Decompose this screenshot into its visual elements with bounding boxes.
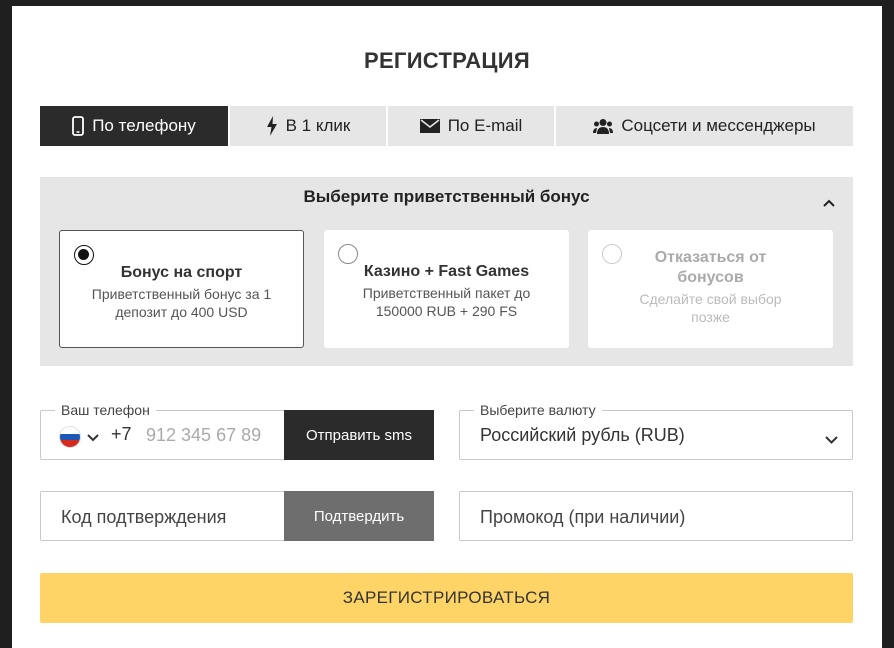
tab-phone[interactable]: По телефону xyxy=(40,106,230,146)
bonus-option-decline[interactable]: Отказаться от бонусов Сделайте свой выбо… xyxy=(588,230,833,348)
promo-code-field xyxy=(459,491,853,541)
page-title: РЕГИСТРАЦИЯ xyxy=(363,48,531,73)
bonus-heading: Выберите приветственный бонус xyxy=(303,187,590,206)
tab-one-click[interactable]: В 1 клик xyxy=(230,106,388,146)
chevron-down-icon[interactable] xyxy=(87,429,99,447)
lightning-icon xyxy=(266,116,278,136)
bonus-panel: Выберите приветственный бонус Бонус на с… xyxy=(40,177,853,366)
send-sms-button[interactable]: Отправить sms xyxy=(284,410,434,460)
chevron-down-icon[interactable] xyxy=(825,431,838,449)
tab-label: Соцсети и мессенджеры xyxy=(621,116,816,135)
bonus-option-title: Казино + Fast Games xyxy=(363,263,530,280)
currency-label: Выберите валюту xyxy=(474,402,602,418)
confirmation-code-field: Подтвердить xyxy=(40,491,434,541)
bonus-option-casino[interactable]: Казино + Fast Games Приветственный пакет… xyxy=(324,230,569,348)
confirm-button[interactable]: Подтвердить xyxy=(284,491,434,541)
radio-button[interactable] xyxy=(338,244,358,264)
currency-select[interactable]: Выберите валюту Российский рубль (RUB) xyxy=(459,402,853,460)
users-icon xyxy=(593,118,614,134)
envelope-icon xyxy=(419,119,440,133)
phone-field: Ваш телефон +7 Отправить sms xyxy=(40,402,434,460)
currency-value: Российский рубль (RUB) xyxy=(480,425,685,445)
confirmation-code-input[interactable] xyxy=(61,504,281,530)
flag-russia-icon[interactable] xyxy=(59,426,81,448)
tab-social[interactable]: Соцсети и мессенджеры xyxy=(556,106,853,146)
register-button[interactable]: ЗАРЕГИСТРИРОВАТЬСЯ xyxy=(40,573,853,623)
tab-label: По телефону xyxy=(92,116,196,135)
phone-input[interactable] xyxy=(146,422,276,448)
phone-prefix: +7 xyxy=(111,424,132,444)
tab-label: В 1 клик xyxy=(285,116,351,135)
phone-label: Ваш телефон xyxy=(55,402,156,418)
radio-button[interactable] xyxy=(602,244,622,264)
registration-modal: РЕГИСТРАЦИЯ По телефону В 1 клик По E-ma… xyxy=(12,6,882,648)
tab-label: По E-mail xyxy=(447,116,523,135)
chevron-up-icon[interactable] xyxy=(823,194,835,212)
registration-tabs: По телефону В 1 клик По E-mail Соцсети и… xyxy=(40,106,853,146)
tab-email[interactable]: По E-mail xyxy=(388,106,556,146)
phone-icon xyxy=(72,116,85,136)
bonus-option-desc: Сделайте свой выбор позже xyxy=(639,291,782,325)
bonus-option-desc: Приветственный пакет до 150000 RUB + 290… xyxy=(362,285,531,319)
promo-code-input[interactable] xyxy=(480,504,830,530)
radio-button[interactable] xyxy=(74,245,94,265)
bonus-option-title: Отказаться от бонусов xyxy=(654,249,767,286)
bonus-option-sport[interactable]: Бонус на спорт Приветственный бонус за 1… xyxy=(59,230,304,348)
bonus-option-desc: Приветственный бонус за 1 депозит до 400… xyxy=(91,286,272,320)
bonus-option-title: Бонус на спорт xyxy=(120,264,243,281)
